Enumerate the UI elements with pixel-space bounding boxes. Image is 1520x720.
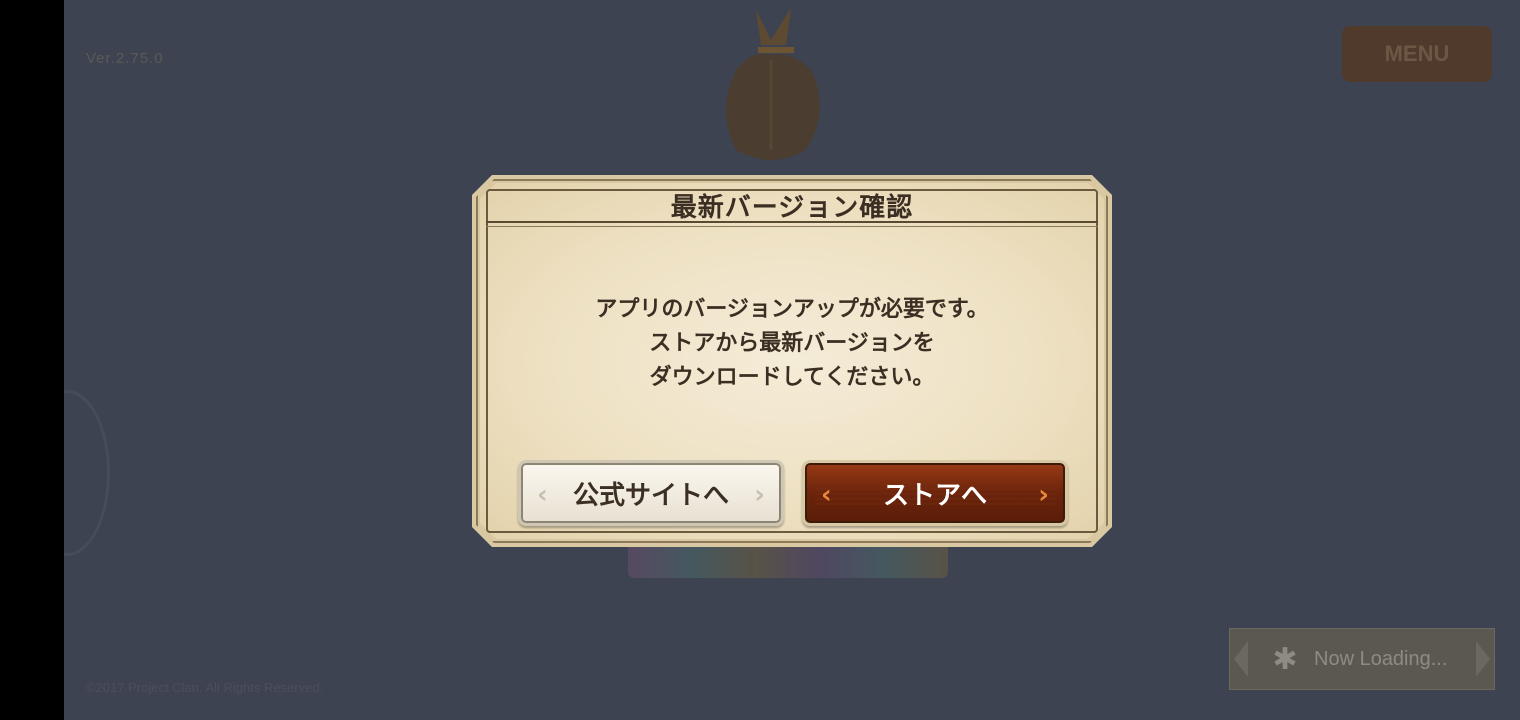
chevron-left-icon: ‹ — [537, 480, 548, 510]
loading-indicator: ✱ Now Loading... — [1229, 628, 1495, 690]
loading-emblem-icon: ✱ — [1272, 641, 1298, 677]
version-check-dialog: 最新バージョン確認 アプリのバージョンアップが必要です。 ストアから最新バージョ… — [472, 175, 1112, 547]
message-line: ダウンロードしてください。 — [649, 365, 935, 390]
store-button[interactable]: ‹ ストアへ › — [802, 460, 1068, 526]
treasure-bag-icon — [726, 8, 820, 160]
store-button-label: ストアへ — [882, 480, 987, 511]
loading-label: Now Loading... — [1314, 647, 1448, 670]
screen: Ver.2.75.0 MENU ©2017 Project Clan. All … — [0, 0, 1520, 720]
letterbox-bar — [0, 0, 64, 720]
dialog-message: アプリのバージョンアップが必要です。 ストアから最新バージョンを ダウンロードし… — [512, 293, 1072, 395]
official-site-button[interactable]: ‹ 公式サイトへ › — [518, 460, 784, 526]
loading-left-ornament — [1234, 641, 1248, 677]
chevron-right-icon: › — [1038, 480, 1049, 510]
dialog-title: 最新バージョン確認 — [670, 193, 914, 223]
message-line: ストアから最新バージョンを — [649, 331, 935, 356]
version-label: Ver.2.75.0 — [86, 50, 164, 67]
chevron-left-icon: ‹ — [821, 480, 832, 510]
menu-button[interactable]: MENU — [1342, 26, 1492, 82]
chevron-right-icon: › — [754, 480, 765, 510]
official-site-button-label: 公式サイトへ — [572, 480, 729, 511]
copyright-text: ©2017 Project Clan. All Rights Reserved. — [86, 680, 324, 695]
background-decoration — [64, 390, 110, 556]
loading-right-ornament — [1476, 641, 1490, 677]
message-line: アプリのバージョンアップが必要です。 — [595, 297, 989, 322]
